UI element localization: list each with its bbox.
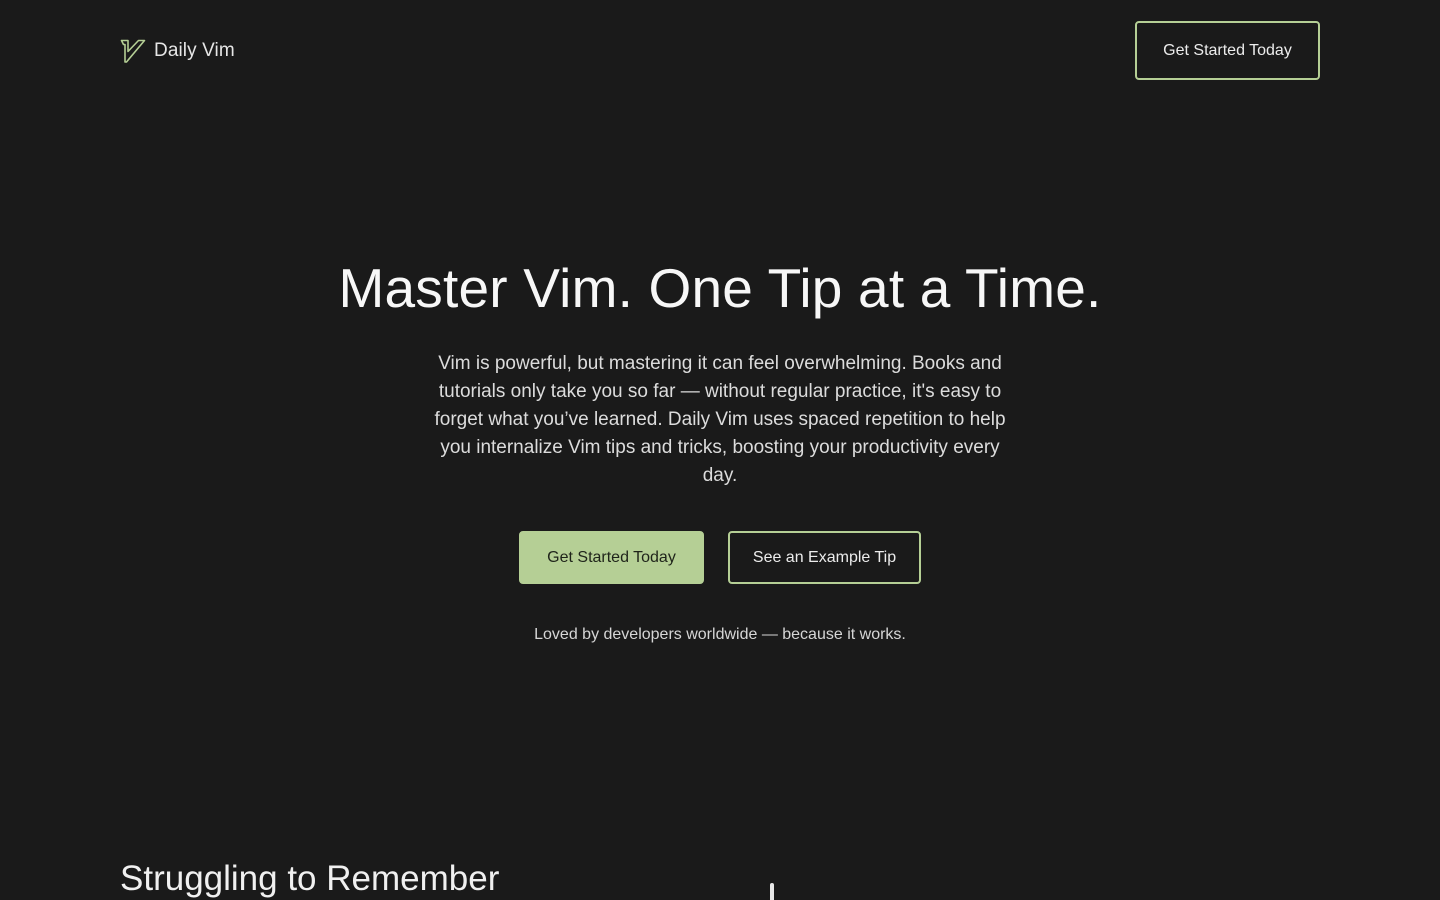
top-navigation: Daily Vim Get Started Today <box>120 21 1320 80</box>
hero-subtitle: Vim is powerful, but mastering it can fe… <box>434 353 1006 486</box>
hero-title: Master Vim. One Tip at a Time. <box>338 257 1102 319</box>
hero-section: Master Vim. One Tip at a Time. Vim is po… <box>0 250 1440 644</box>
social-proof-text: Loved by developers worldwide — because … <box>534 626 906 643</box>
section-title: Struggling to Remember <box>120 859 500 898</box>
brand-name: Daily Vim <box>154 39 235 61</box>
text-cursor-graphic <box>770 883 774 900</box>
vim-v-logo-icon <box>120 38 146 64</box>
brand-link[interactable]: Daily Vim <box>120 38 235 64</box>
hero-actions: Get Started Today See an Example Tip <box>0 531 1440 584</box>
example-tip-button[interactable]: See an Example Tip <box>728 531 921 584</box>
nav-get-started-button[interactable]: Get Started Today <box>1135 21 1320 80</box>
get-started-button[interactable]: Get Started Today <box>519 531 704 584</box>
landing-page: Daily Vim Get Started Today Master Vim. … <box>0 0 1440 900</box>
